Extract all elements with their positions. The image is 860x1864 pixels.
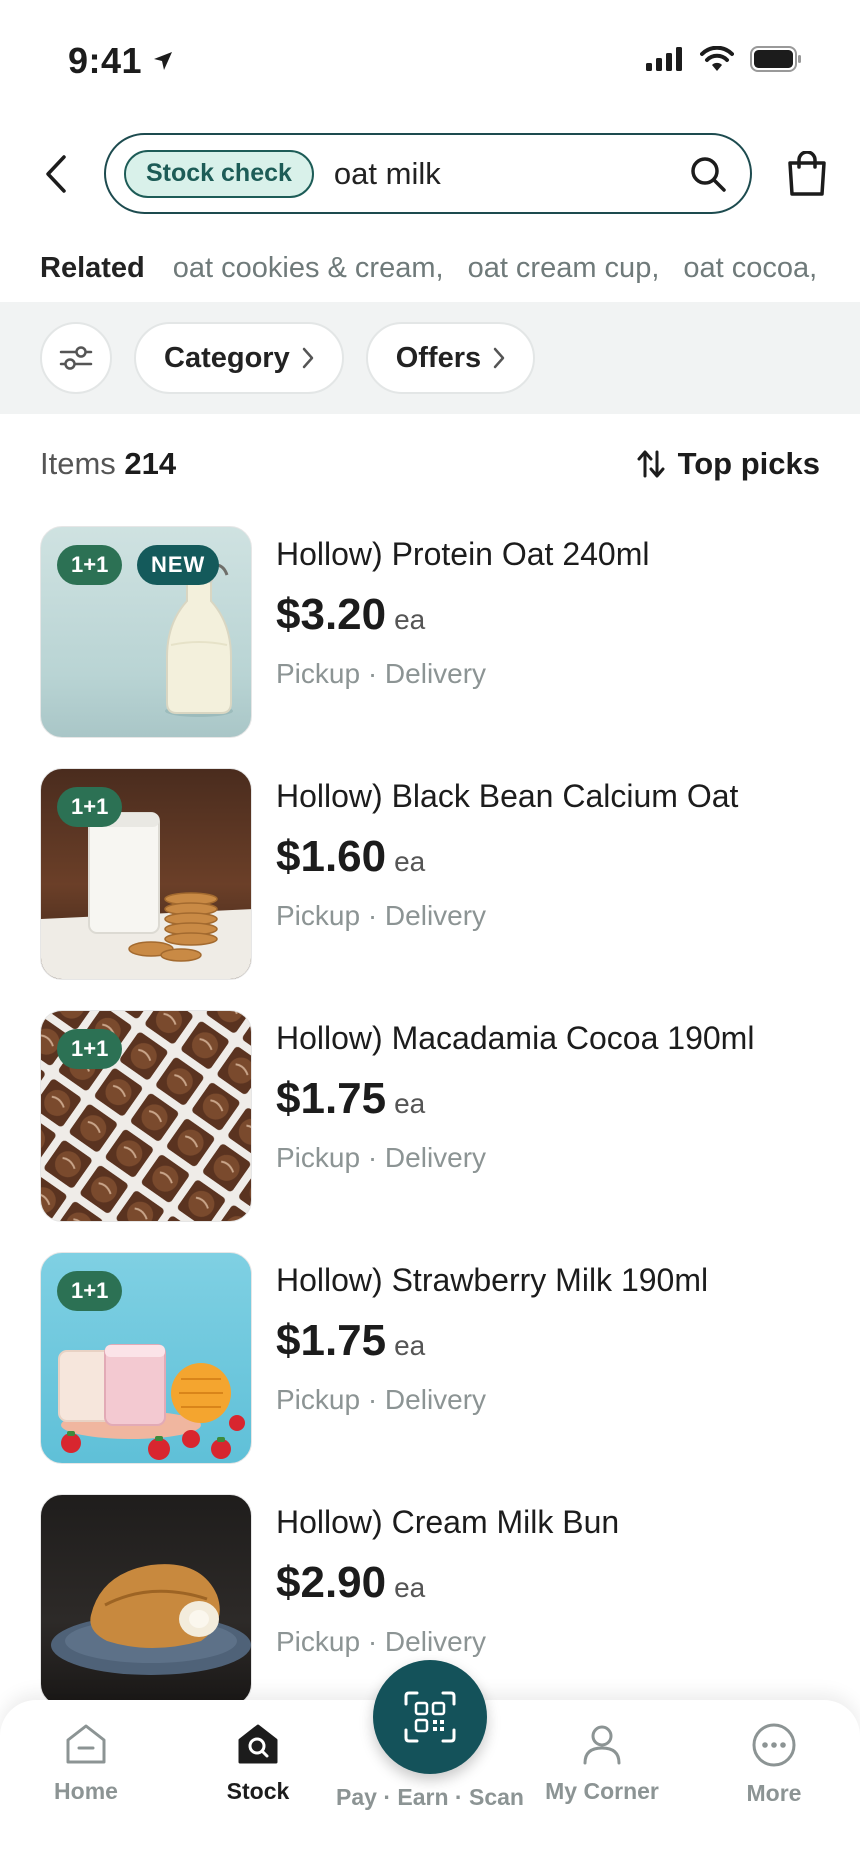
chevron-left-icon <box>46 155 66 193</box>
related-item[interactable]: oat cookies & cream, <box>173 252 444 285</box>
more-icon <box>752 1723 796 1767</box>
sliders-icon <box>59 346 93 370</box>
nav-my-corner[interactable]: My Corner <box>516 1722 688 1805</box>
status-bar: 9:41 <box>0 0 860 120</box>
product-image[interactable]: 1+1 <box>40 1010 252 1222</box>
price-unit: ea <box>394 846 426 877</box>
product-price: $2.90 ea <box>276 1558 425 1608</box>
product-name[interactable]: Hollow) Cream Milk Bun <box>276 1504 619 1541</box>
category-filter-button[interactable]: Category <box>134 322 344 394</box>
price-unit: ea <box>394 604 426 635</box>
new-badge: NEW <box>137 545 220 585</box>
chevron-right-icon <box>493 347 505 369</box>
filter-settings-button[interactable] <box>40 322 112 394</box>
nav-pay-earn-scan[interactable]: Pay · Earn · Scan <box>336 1784 524 1811</box>
product-name[interactable]: Hollow) Strawberry Milk 190ml <box>276 1262 708 1299</box>
status-indicators <box>646 46 802 72</box>
product-name[interactable]: Hollow) Protein Oat 240ml <box>276 536 649 573</box>
home-icon <box>66 1724 106 1764</box>
related-label: Related <box>40 251 145 284</box>
promo-badge: 1+1 <box>57 1271 123 1311</box>
price-amount: $1.75 <box>276 1074 387 1123</box>
nav-stock[interactable]: Stock <box>172 1722 344 1805</box>
product-name[interactable]: Hollow) Macadamia Cocoa 190ml <box>276 1020 754 1057</box>
price-unit: ea <box>394 1330 426 1361</box>
product-name[interactable]: Hollow) Black Bean Calcium Oat <box>276 778 738 815</box>
nav-stock-label: Stock <box>226 1778 290 1804</box>
search-input[interactable]: oat milk <box>334 156 686 192</box>
promo-badge: 1+1 <box>57 1029 123 1069</box>
nav-more[interactable]: More <box>688 1722 860 1807</box>
items-count-label: Items <box>40 446 116 481</box>
availability-text: Pickup · Delivery <box>276 900 487 931</box>
stock-check-chip[interactable]: Stock check <box>124 149 314 198</box>
pay-earn-scan-button[interactable] <box>373 1660 487 1774</box>
product-item[interactable]: 1+1 Hollow) Macadamia Cocoa 190ml $1.75 … <box>40 1010 840 1222</box>
related-searches: Related oat cookies & cream, oat cream c… <box>40 248 860 288</box>
product-item[interactable]: 1+1 Hollow) Strawberry Milk 190ml $1.75 … <box>40 1252 840 1464</box>
location-arrow-icon <box>154 52 173 70</box>
availability-text: Pickup · Delivery <box>276 658 487 689</box>
sort-button[interactable]: Top picks <box>636 446 820 482</box>
offers-filter-button[interactable]: Offers <box>365 322 536 394</box>
related-item[interactable]: oat cocoa, <box>683 252 817 285</box>
nav-scan-label: Pay · Earn · Scan <box>336 1784 524 1810</box>
sort-label: Top picks <box>677 446 820 481</box>
status-time: 9:41 <box>68 40 174 82</box>
promo-badge: 1+1 <box>57 545 123 585</box>
related-item[interactable]: oat cream cup, <box>468 252 660 285</box>
category-label: Category <box>164 341 290 374</box>
stock-search-icon <box>238 1724 278 1764</box>
price-amount: $1.75 <box>276 1316 387 1365</box>
battery-icon <box>750 46 801 72</box>
chevron-right-icon <box>302 347 313 369</box>
wifi-icon <box>700 46 734 71</box>
qr-scan-icon <box>404 1691 456 1743</box>
price-unit: ea <box>394 1088 426 1119</box>
cellular-signal-icon <box>646 47 682 71</box>
availability-text: Pickup · Delivery <box>276 1384 487 1415</box>
nav-home-label: Home <box>54 1778 118 1804</box>
price-amount: $2.90 <box>276 1558 387 1607</box>
availability-text: Pickup · Delivery <box>276 1626 487 1657</box>
nav-my-corner-label: My Corner <box>545 1778 659 1804</box>
product-item[interactable]: 1+1 Hollow) Black Bean Calcium Oat $1.60… <box>40 768 840 980</box>
product-image[interactable]: 1+1 NEW <box>40 526 252 738</box>
back-button[interactable] <box>36 151 76 197</box>
price-amount: $3.20 <box>276 590 387 639</box>
person-icon <box>583 1725 621 1765</box>
product-price: $3.20 ea <box>276 590 425 640</box>
price-amount: $1.60 <box>276 832 387 881</box>
product-image[interactable] <box>40 1494 252 1706</box>
product-image[interactable]: 1+1 <box>40 1252 252 1464</box>
price-unit: ea <box>394 1572 426 1603</box>
items-count: Items 214 <box>40 446 176 482</box>
search-header: Stock check oat milk <box>0 133 860 215</box>
search-field[interactable]: Stock check oat milk <box>104 133 752 214</box>
shopping-bag-button[interactable] <box>784 150 830 198</box>
product-price: $1.60 ea <box>276 832 425 882</box>
results-header: Items 214 Top picks <box>40 440 820 488</box>
product-item[interactable]: 1+1 NEW Hollow) Protein Oat 240ml $3.20 … <box>40 526 840 738</box>
offers-label: Offers <box>395 341 482 374</box>
items-count-value: 214 <box>124 446 177 481</box>
availability-text: Pickup · Delivery <box>276 1142 487 1173</box>
clock-text: 9:41 <box>68 40 143 81</box>
product-price: $1.75 ea <box>276 1316 425 1366</box>
sort-arrows-icon <box>637 450 665 478</box>
shopping-bag-icon <box>788 151 826 196</box>
nav-more-label: More <box>746 1780 802 1806</box>
nav-home[interactable]: Home <box>0 1722 172 1805</box>
product-image[interactable]: 1+1 <box>40 768 252 980</box>
promo-badge: 1+1 <box>57 787 123 827</box>
filter-bar: Category Offers <box>0 302 860 414</box>
product-price: $1.75 ea <box>276 1074 425 1124</box>
search-icon[interactable] <box>686 152 730 196</box>
